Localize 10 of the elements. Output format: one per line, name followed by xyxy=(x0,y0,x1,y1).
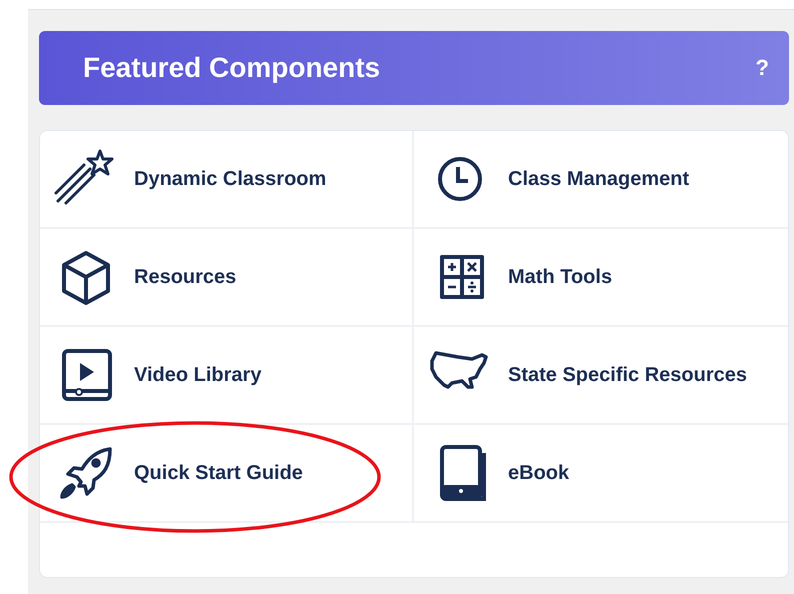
component-link[interactable]: Class Management xyxy=(414,131,788,229)
component-link[interactable]: eBook xyxy=(414,425,788,523)
component-link[interactable]: Dynamic Classroom xyxy=(40,131,414,229)
component-link[interactable]: Quick Start Guide xyxy=(40,425,414,523)
component-link[interactable]: Resources xyxy=(40,229,414,327)
component-link[interactable]: Video Library xyxy=(40,327,414,425)
help-icon[interactable]: ? xyxy=(756,55,769,81)
component-link[interactable]: State Specific Resources xyxy=(414,327,788,425)
component-link[interactable]: Math Tools xyxy=(414,229,788,327)
panel-title: Featured Components xyxy=(83,52,380,84)
